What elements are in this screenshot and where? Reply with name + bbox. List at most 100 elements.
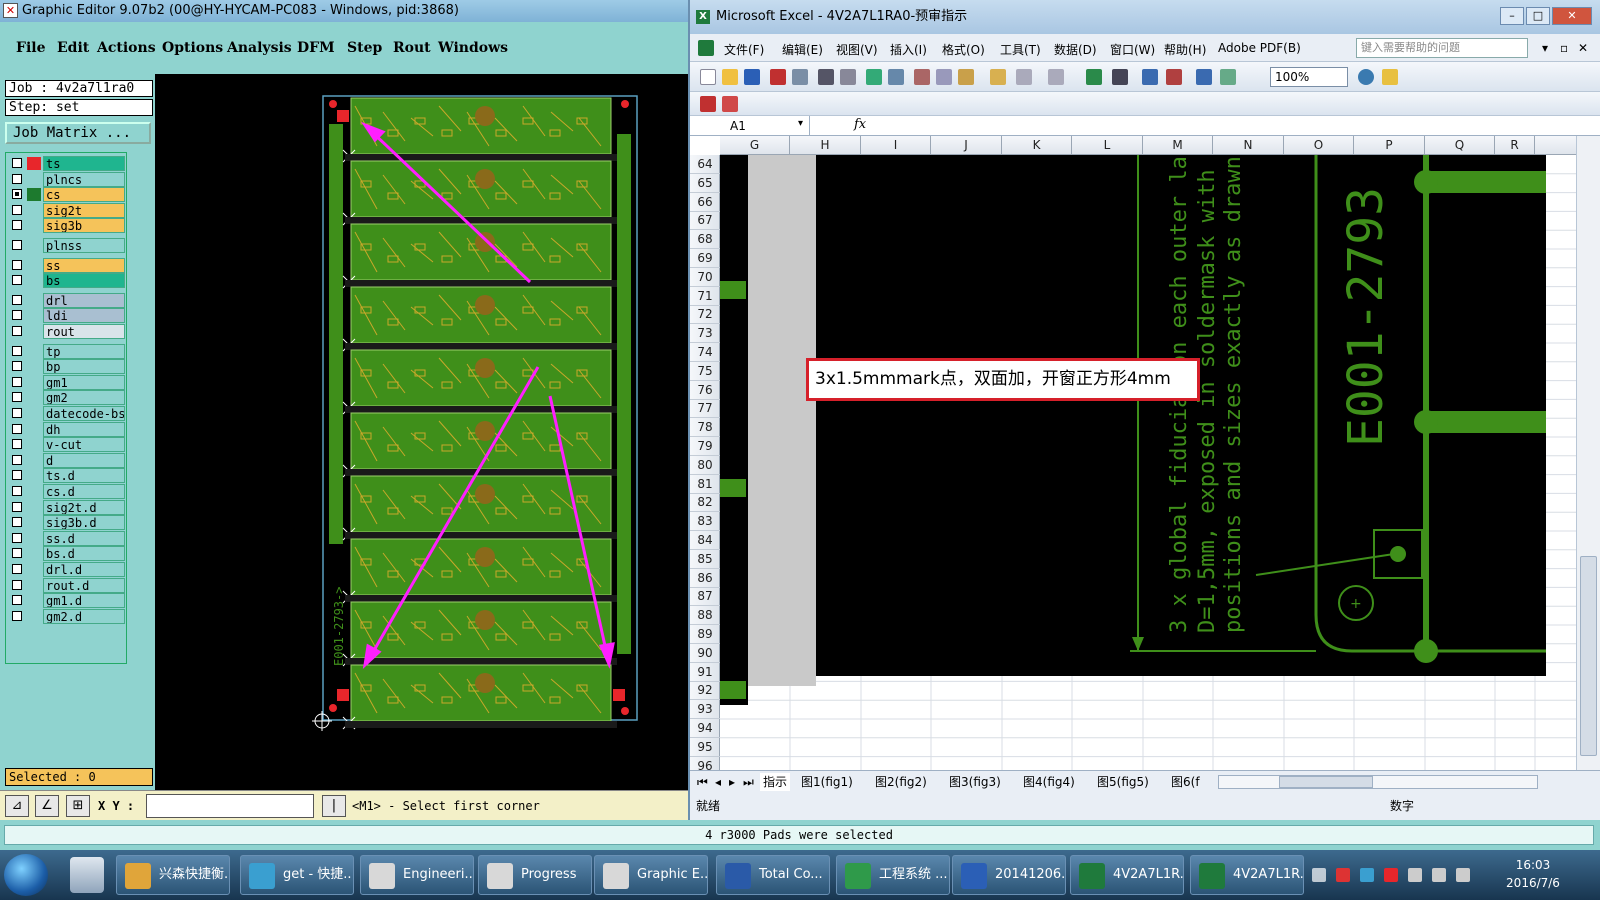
layer-name[interactable]: gm2.d bbox=[43, 608, 125, 624]
layer-checkbox[interactable] bbox=[12, 486, 22, 496]
snap-tool-icon[interactable]: ⊿ bbox=[5, 795, 29, 817]
row-header[interactable]: 72 bbox=[690, 305, 720, 325]
layer-row[interactable]: plncs bbox=[9, 171, 126, 187]
menu-insert-cn[interactable]: 插入(I) bbox=[890, 41, 927, 58]
row-header[interactable]: 95 bbox=[690, 738, 720, 757]
measure-tool-icon[interactable]: ∠ bbox=[35, 795, 59, 817]
layer-row[interactable]: ldi bbox=[9, 308, 126, 324]
tab-nav-next-icon[interactable]: ▸ bbox=[726, 773, 738, 791]
layer-name[interactable]: drl bbox=[43, 292, 125, 308]
row-header[interactable]: 78 bbox=[690, 418, 720, 438]
layer-row[interactable]: v-cut bbox=[9, 437, 126, 453]
layer-name[interactable]: rout bbox=[43, 324, 125, 339]
layer-row[interactable]: bs.d bbox=[9, 546, 126, 562]
tab-fig4[interactable]: 图4(fig4) bbox=[1020, 773, 1078, 791]
open-icon[interactable] bbox=[722, 69, 738, 85]
vertical-scrollbar[interactable] bbox=[1576, 136, 1600, 770]
tray-expand-icon[interactable] bbox=[1312, 868, 1326, 882]
column-header[interactable]: M bbox=[1143, 136, 1213, 155]
layer-checkbox[interactable] bbox=[12, 610, 22, 621]
taskbar-clock[interactable]: 16:03 2016/7/6 bbox=[1498, 856, 1568, 892]
column-header[interactable]: J bbox=[931, 136, 1002, 155]
layer-checkbox[interactable] bbox=[12, 294, 22, 305]
copy-icon[interactable] bbox=[936, 69, 952, 85]
pinned-app-icon[interactable] bbox=[70, 857, 104, 893]
grid-tool-icon[interactable]: ⊞ bbox=[66, 795, 90, 817]
menu-file[interactable]: File bbox=[16, 40, 45, 56]
paste-icon[interactable] bbox=[958, 69, 974, 85]
tray-app-icon[interactable] bbox=[1336, 868, 1350, 882]
menu-windows[interactable]: Windows bbox=[438, 40, 508, 56]
minimize-button[interactable]: – bbox=[1500, 7, 1524, 25]
sort-descending-icon[interactable] bbox=[1166, 69, 1182, 85]
taskbar-task[interactable]: Graphic E... bbox=[594, 855, 708, 895]
layer-name[interactable]: ts bbox=[43, 156, 125, 171]
layer-checkbox[interactable] bbox=[12, 501, 22, 512]
fill-color-icon[interactable] bbox=[1382, 69, 1398, 85]
layer-row[interactable]: dh bbox=[9, 421, 126, 437]
layer-checkbox[interactable] bbox=[12, 392, 22, 403]
autosum-icon[interactable] bbox=[1112, 69, 1128, 85]
layer-name[interactable]: ss.d bbox=[43, 530, 125, 546]
layer-name[interactable]: bs.d bbox=[43, 546, 125, 562]
row-header[interactable]: 70 bbox=[690, 268, 720, 287]
layer-checkbox[interactable] bbox=[12, 361, 22, 372]
row-header[interactable]: 68 bbox=[690, 230, 720, 250]
horizontal-scrollbar[interactable] bbox=[1218, 775, 1538, 789]
row-header[interactable]: 94 bbox=[690, 719, 720, 738]
save-icon[interactable] bbox=[744, 69, 760, 85]
pcb-canvas[interactable]: E001-2793-> bbox=[155, 74, 688, 790]
column-header[interactable]: L bbox=[1072, 136, 1143, 155]
tray-flag-icon[interactable] bbox=[1408, 868, 1422, 882]
tab-nav-first-icon[interactable]: ⏮ bbox=[694, 773, 711, 791]
layer-checkbox[interactable] bbox=[12, 564, 22, 574]
row-header[interactable]: 75 bbox=[690, 362, 720, 381]
chart-wizard-icon[interactable] bbox=[1196, 69, 1212, 85]
row-header[interactable]: 84 bbox=[690, 531, 720, 550]
menu-format-cn[interactable]: 格式(O) bbox=[942, 41, 985, 58]
layer-checkbox[interactable] bbox=[12, 579, 22, 590]
column-header[interactable]: O bbox=[1284, 136, 1354, 155]
layer-checkbox[interactable] bbox=[12, 275, 22, 286]
layer-name[interactable]: datecode-bs bbox=[43, 406, 125, 421]
layer-row[interactable]: d bbox=[9, 452, 126, 468]
layer-name[interactable]: sig2t bbox=[43, 202, 125, 218]
row-header[interactable]: 79 bbox=[690, 437, 720, 456]
graphic-editor-titlebar[interactable]: ✕ Graphic Editor 9.07b2 (00@HY-HYCAM-PC0… bbox=[0, 0, 688, 22]
layer-row[interactable]: gm1 bbox=[9, 374, 126, 390]
layer-name[interactable]: gm2 bbox=[43, 390, 125, 406]
cut-icon[interactable] bbox=[914, 69, 930, 85]
menu-analysis[interactable]: Analysis bbox=[227, 40, 292, 56]
menu-tools-cn[interactable]: 工具(T) bbox=[1000, 41, 1041, 58]
new-icon[interactable] bbox=[700, 69, 716, 85]
menu-edit-cn[interactable]: 编辑(E) bbox=[782, 41, 823, 58]
workbook-icon[interactable] bbox=[698, 40, 714, 56]
layer-checkbox[interactable] bbox=[12, 470, 22, 481]
layer-row[interactable]: gm2.d bbox=[9, 608, 126, 624]
layer-checkbox[interactable] bbox=[12, 240, 22, 250]
research-icon[interactable] bbox=[888, 69, 904, 85]
taskbar-task[interactable]: 兴森快捷衡... bbox=[116, 855, 230, 895]
menu-adobe-pdf[interactable]: Adobe PDF(B) bbox=[1218, 41, 1301, 55]
layer-checkbox[interactable] bbox=[12, 345, 22, 356]
layer-row[interactable]: ts.d bbox=[9, 468, 126, 484]
menu-dfm[interactable]: DFM bbox=[297, 40, 335, 56]
taskbar-task[interactable]: Progress bbox=[478, 855, 592, 895]
worksheet-grid[interactable]: GHIJKLMNOPQR 64 65 66 67 68 69 70 71 72 73 74 75 76 7… bbox=[690, 136, 1600, 770]
name-box[interactable]: A1 bbox=[690, 116, 810, 136]
layer-name[interactable]: dh bbox=[43, 421, 125, 437]
help-icon[interactable] bbox=[1358, 69, 1374, 85]
name-box-dropdown-icon[interactable]: ▾ bbox=[798, 118, 803, 129]
excel-titlebar[interactable]: X Microsoft Excel - 4V2A7L1RA0-预审指示 – □ … bbox=[690, 0, 1600, 34]
taskbar-task[interactable]: 4V2A7L1R... bbox=[1190, 855, 1304, 895]
layer-row[interactable]: cs.d bbox=[9, 484, 126, 499]
menu-data-cn[interactable]: 数据(D) bbox=[1054, 41, 1097, 58]
permission-icon[interactable] bbox=[770, 69, 786, 85]
menu-window-cn[interactable]: 窗口(W) bbox=[1110, 41, 1155, 58]
redo-icon[interactable] bbox=[1048, 69, 1064, 85]
tab-fig5[interactable]: 图5(fig5) bbox=[1094, 773, 1152, 791]
layer-checkbox[interactable] bbox=[12, 259, 22, 270]
help-dropdown-icon[interactable]: ▾ bbox=[1542, 41, 1548, 55]
row-header[interactable]: 87 bbox=[690, 587, 720, 607]
drawing-icon[interactable] bbox=[1220, 69, 1236, 85]
